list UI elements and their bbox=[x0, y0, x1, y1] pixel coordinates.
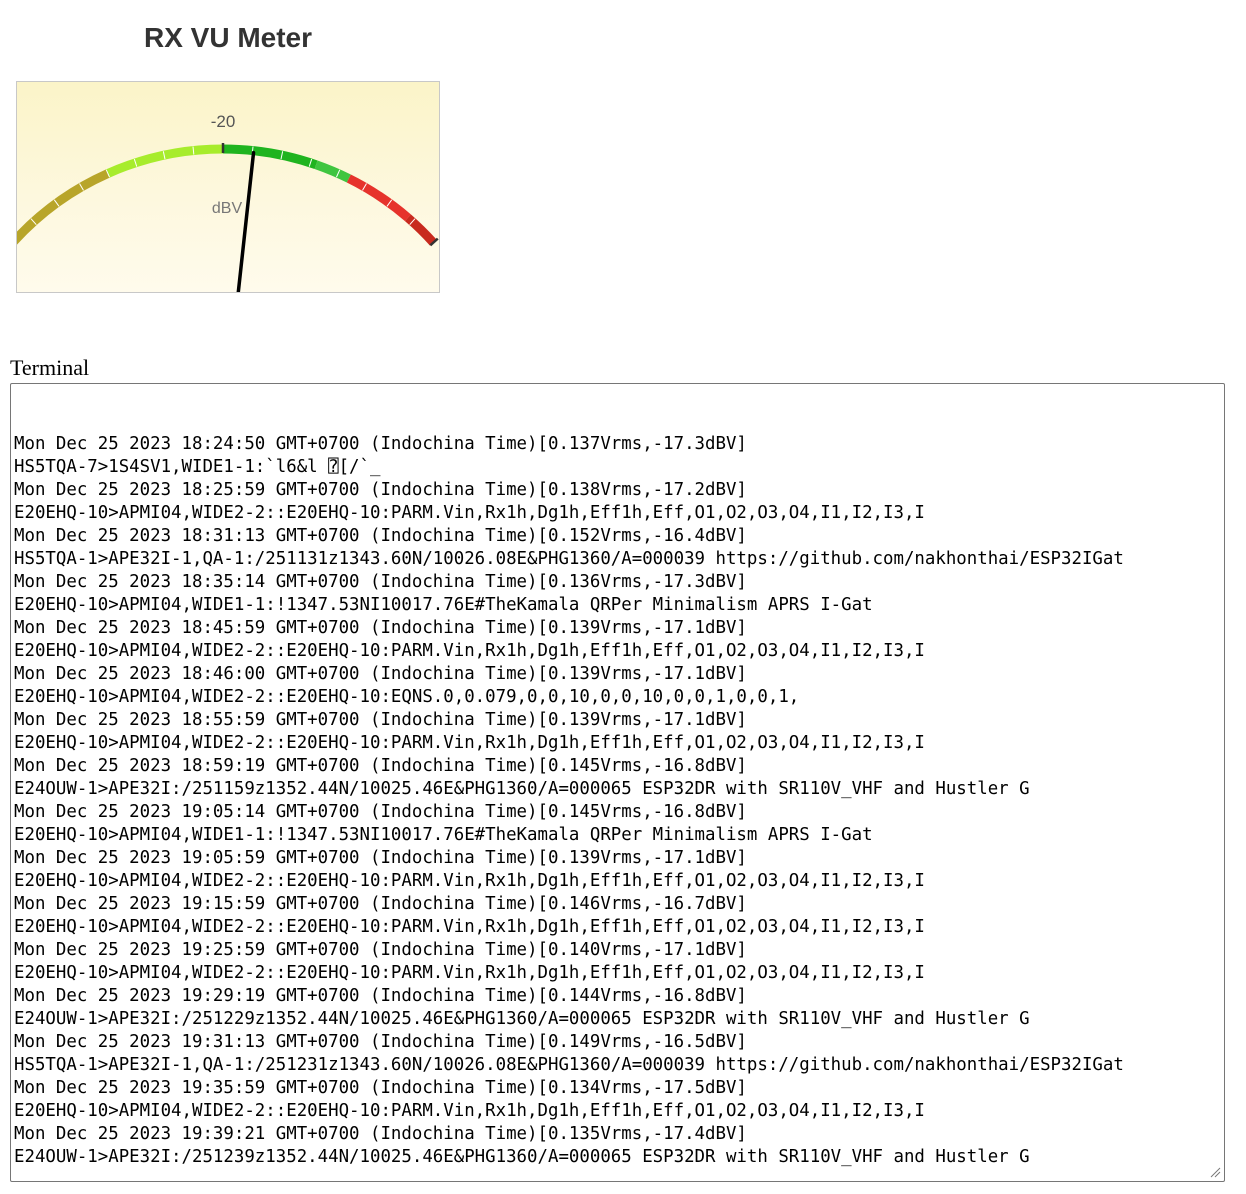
terminal-line: HS5TQA-7>1S4SV1,WIDE1-1:`l6&l ⍰[/`_ bbox=[14, 457, 381, 477]
terminal-line: Mon Dec 25 2023 18:59:19 GMT+0700 (Indoc… bbox=[14, 756, 747, 776]
terminal-label: Terminal bbox=[10, 355, 90, 380]
terminal-line: Mon Dec 25 2023 18:24:50 GMT+0700 (Indoc… bbox=[14, 434, 747, 454]
terminal-line: E20EHQ-10>APMI04,WIDE2-2::E20EHQ-10:PARM… bbox=[14, 641, 925, 661]
terminal-line: Mon Dec 25 2023 19:29:19 GMT+0700 (Indoc… bbox=[14, 986, 747, 1006]
terminal-line: Mon Dec 25 2023 19:39:21 GMT+0700 (Indoc… bbox=[14, 1124, 747, 1144]
terminal-line: E20EHQ-10>APMI04,WIDE1-1:!1347.53NI10017… bbox=[14, 825, 873, 845]
terminal-line: E20EHQ-10>APMI04,WIDE2-2::E20EHQ-10:PARM… bbox=[14, 917, 925, 937]
terminal-line: Mon Dec 25 2023 19:05:14 GMT+0700 (Indoc… bbox=[14, 802, 747, 822]
terminal-line: E20EHQ-10>APMI04,WIDE2-2::E20EHQ-10:PARM… bbox=[14, 963, 925, 983]
vu-scale-label: -20 bbox=[211, 112, 236, 131]
terminal-line: E20EHQ-10>APMI04,WIDE2-2::E20EHQ-10:EQNS… bbox=[14, 687, 800, 707]
terminal-textarea[interactable]: Mon Dec 25 2023 18:24:50 GMT+0700 (Indoc… bbox=[10, 383, 1225, 1182]
terminal-line: E24OUW-1>APE32I:/251239z1352.44N/10025.4… bbox=[14, 1147, 1030, 1167]
terminal-line: E20EHQ-10>APMI04,WIDE1-1:!1347.53NI10017… bbox=[14, 595, 873, 615]
vu-meter-svg: -40-200dBV bbox=[17, 112, 439, 292]
terminal-line: Mon Dec 25 2023 18:25:59 GMT+0700 (Indoc… bbox=[14, 480, 747, 500]
terminal-line: E20EHQ-10>APMI04,WIDE2-2::E20EHQ-10:PARM… bbox=[14, 1101, 925, 1121]
terminal-line: E20EHQ-10>APMI04,WIDE2-2::E20EHQ-10:PARM… bbox=[14, 503, 925, 523]
terminal-line: HS5TQA-1>APE32I-1,QA-1:/251231z1343.60N/… bbox=[14, 1055, 1124, 1075]
vu-zone-high-warn bbox=[346, 174, 411, 222]
terminal-line: HS5TQA-1>APE32I-1,QA-1:/251131z1343.60N/… bbox=[14, 549, 1124, 569]
terminal-line: Mon Dec 25 2023 18:55:59 GMT+0700 (Indoc… bbox=[14, 710, 747, 730]
terminal-line: Mon Dec 25 2023 19:25:59 GMT+0700 (Indoc… bbox=[14, 940, 747, 960]
terminal-line: Mon Dec 25 2023 19:31:13 GMT+0700 (Indoc… bbox=[14, 1032, 747, 1052]
terminal-line: Mon Dec 25 2023 18:46:00 GMT+0700 (Indoc… bbox=[14, 664, 747, 684]
vu-zone-high bbox=[404, 214, 437, 246]
vu-zone-low bbox=[17, 169, 110, 245]
terminal-line: E24OUW-1>APE32I:/251159z1352.44N/10025.4… bbox=[14, 779, 1030, 799]
vu-zone-warning bbox=[314, 160, 351, 183]
vu-zone-mid-low bbox=[106, 144, 224, 178]
terminal-line: Mon Dec 25 2023 19:35:59 GMT+0700 (Indoc… bbox=[14, 1078, 747, 1098]
vu-unit-label: dBV bbox=[212, 200, 243, 217]
terminal-line: Mon Dec 25 2023 18:31:13 GMT+0700 (Indoc… bbox=[14, 526, 747, 546]
vu-meter-title: RX VU Meter bbox=[143, 22, 313, 53]
terminal-line: Mon Dec 25 2023 18:35:14 GMT+0700 (Indoc… bbox=[14, 572, 747, 592]
resize-grip-icon[interactable] bbox=[1209, 1166, 1221, 1178]
vu-meter-gauge: -40-200dBV bbox=[16, 81, 440, 293]
terminal-line: Mon Dec 25 2023 19:05:59 GMT+0700 (Indoc… bbox=[14, 848, 747, 868]
terminal-line: Mon Dec 25 2023 19:15:59 GMT+0700 (Indoc… bbox=[14, 894, 747, 914]
vu-zone-normal bbox=[222, 144, 318, 169]
terminal-line: E20EHQ-10>APMI04,WIDE2-2::E20EHQ-10:PARM… bbox=[14, 733, 925, 753]
terminal-line: E24OUW-1>APE32I:/251229z1352.44N/10025.4… bbox=[14, 1009, 1030, 1029]
vu-needle bbox=[236, 150, 256, 292]
terminal-line: E20EHQ-10>APMI04,WIDE2-2::E20EHQ-10:PARM… bbox=[14, 871, 925, 891]
terminal-line: Mon Dec 25 2023 18:45:59 GMT+0700 (Indoc… bbox=[14, 618, 747, 638]
